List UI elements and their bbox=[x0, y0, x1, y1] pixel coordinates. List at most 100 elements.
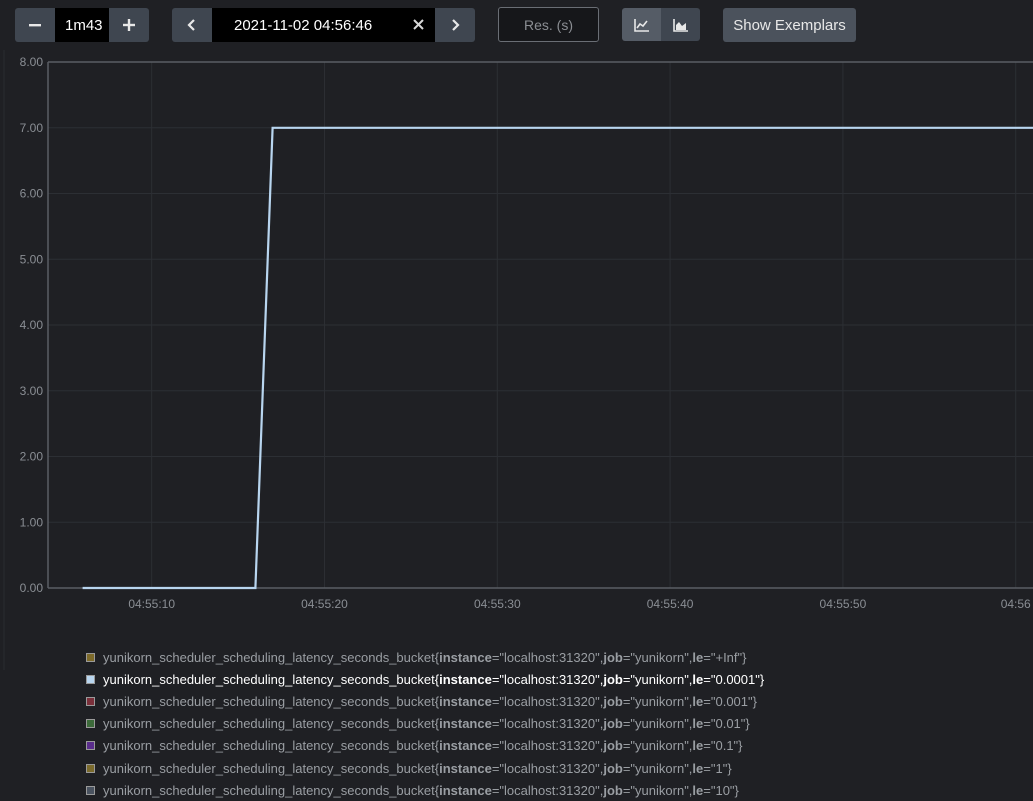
chevron-right-icon bbox=[449, 18, 461, 32]
unstacked-chart-button[interactable] bbox=[622, 8, 661, 41]
legend-label-part: job bbox=[603, 738, 623, 754]
y-tick-label: 7.00 bbox=[20, 121, 44, 135]
x-tick-label: 04:55:40 bbox=[647, 597, 694, 611]
legend-metric-name: yunikorn_scheduler_scheduling_latency_se… bbox=[103, 760, 435, 776]
legend-label-part: ="0.01"} bbox=[703, 716, 750, 732]
legend-label-part: ="0.1"} bbox=[703, 738, 743, 754]
legend-label-part: job bbox=[603, 782, 623, 798]
y-tick-label: 8.00 bbox=[20, 55, 44, 69]
stacked-chart-button[interactable] bbox=[661, 8, 700, 41]
legend-item[interactable]: yunikorn_scheduler_scheduling_latency_se… bbox=[86, 690, 1026, 712]
legend-label-part: le bbox=[692, 693, 704, 709]
legend-item[interactable]: yunikorn_scheduler_scheduling_latency_se… bbox=[86, 668, 1026, 690]
range-input[interactable]: 1m43 bbox=[55, 8, 109, 42]
legend-label-part: job bbox=[603, 693, 623, 709]
legend-label-part: ="yunikorn", bbox=[622, 671, 693, 687]
legend-label-part: ="10"} bbox=[703, 782, 739, 798]
legend-swatch bbox=[86, 763, 95, 773]
legend-label-part: ="localhost:31320", bbox=[491, 649, 604, 665]
y-tick-label: 0.00 bbox=[20, 581, 44, 595]
legend-metric-name: yunikorn_scheduler_scheduling_latency_se… bbox=[103, 693, 435, 709]
minus-icon bbox=[28, 18, 42, 32]
y-tick-label: 6.00 bbox=[20, 187, 44, 201]
legend-item[interactable]: yunikorn_scheduler_scheduling_latency_se… bbox=[86, 713, 1026, 735]
x-tick-label: 04:55:10 bbox=[128, 597, 175, 611]
chart-axes bbox=[3, 50, 1033, 670]
legend-label-part: ="localhost:31320", bbox=[491, 760, 604, 776]
legend-label-part: ="localhost:31320", bbox=[491, 716, 604, 732]
legend-metric-name: yunikorn_scheduler_scheduling_latency_se… bbox=[103, 782, 435, 798]
resolution-input[interactable]: Res. (s) bbox=[498, 7, 599, 42]
previous-time-button[interactable] bbox=[172, 8, 212, 42]
legend-label-part: job bbox=[603, 716, 623, 732]
legend-swatch bbox=[86, 719, 95, 729]
increase-range-button[interactable] bbox=[109, 8, 149, 42]
legend-label-part: ="0.0001"} bbox=[703, 671, 765, 687]
legend-label-part: instance bbox=[439, 760, 492, 776]
y-tick-label: 3.00 bbox=[20, 384, 44, 398]
legend-item[interactable]: yunikorn_scheduler_scheduling_latency_se… bbox=[86, 757, 1026, 779]
area-chart-icon bbox=[672, 18, 689, 32]
legend-label-part: ="localhost:31320", bbox=[491, 738, 604, 754]
legend-label-part: le bbox=[692, 782, 704, 798]
legend-label-part: job bbox=[603, 649, 623, 665]
legend-label-part: le bbox=[692, 738, 704, 754]
legend-label-part: le bbox=[692, 760, 704, 776]
legend-label-part: ="0.001"} bbox=[703, 693, 757, 709]
graph-toolbar: 1m43 2021-11-02 04:56:46 Res. (s) Show E… bbox=[0, 0, 1033, 50]
show-exemplars-label: Show Exemplars bbox=[733, 16, 846, 34]
series-line bbox=[82, 126, 1033, 590]
legend-label-part: ="yunikorn", bbox=[622, 760, 693, 776]
y-tick-label: 1.00 bbox=[20, 515, 44, 529]
legend-label-part: ="localhost:31320", bbox=[491, 671, 604, 687]
series-layer bbox=[82, 126, 1033, 590]
legend-label-part: ="yunikorn", bbox=[622, 716, 693, 732]
legend-label-part: ="localhost:31320", bbox=[491, 693, 604, 709]
legend-label-part: ="yunikorn", bbox=[622, 782, 693, 798]
legend-label-part: instance bbox=[439, 693, 492, 709]
graph-chart[interactable]: 0.00 1.00 2.00 3.00 4.00 5.00 6.00 7.00 8.00 04:… bbox=[0, 50, 1033, 670]
legend-label-part: job bbox=[603, 760, 623, 776]
y-tick-label: 5.00 bbox=[20, 252, 44, 266]
legend-label-part: le bbox=[692, 716, 704, 732]
next-time-button[interactable] bbox=[435, 8, 475, 42]
chevron-left-icon bbox=[186, 18, 198, 32]
legend-swatch bbox=[86, 674, 95, 684]
legend-swatch bbox=[86, 696, 95, 706]
line-chart-icon bbox=[633, 18, 650, 32]
legend-label-part: ="localhost:31320", bbox=[491, 782, 604, 798]
legend-item[interactable]: yunikorn_scheduler_scheduling_latency_se… bbox=[86, 735, 1026, 757]
x-tick-label: 04:55:20 bbox=[301, 597, 348, 611]
y-tick-label: 2.00 bbox=[20, 450, 44, 464]
decrease-range-button[interactable] bbox=[15, 8, 55, 42]
legend-metric-name: yunikorn_scheduler_scheduling_latency_se… bbox=[103, 671, 435, 687]
legend-label-part: instance bbox=[439, 738, 492, 754]
grid-lines bbox=[48, 62, 1033, 588]
legend-label-part: instance bbox=[439, 716, 492, 732]
y-axis-ticks: 0.00 1.00 2.00 3.00 4.00 5.00 6.00 7.00 8.00 bbox=[20, 55, 44, 595]
end-time-value: 2021-11-02 04:56:46 bbox=[234, 16, 373, 34]
series-legend: yunikorn_scheduler_scheduling_latency_se… bbox=[86, 646, 1026, 801]
show-exemplars-button[interactable]: Show Exemplars bbox=[723, 8, 856, 42]
x-tick-label: 04:55:50 bbox=[820, 597, 867, 611]
legend-label-part: instance bbox=[439, 671, 492, 687]
legend-label-part: le bbox=[692, 671, 704, 687]
legend-metric-name: yunikorn_scheduler_scheduling_latency_se… bbox=[103, 738, 435, 754]
clear-time-icon[interactable] bbox=[412, 18, 425, 31]
x-tick-label: 04:56 bbox=[1001, 597, 1031, 611]
y-tick-label: 4.00 bbox=[20, 318, 44, 332]
end-time-input[interactable]: 2021-11-02 04:56:46 bbox=[212, 8, 435, 42]
legend-metric-name: yunikorn_scheduler_scheduling_latency_se… bbox=[103, 649, 435, 665]
resolution-placeholder: Res. (s) bbox=[524, 16, 573, 33]
legend-item[interactable]: yunikorn_scheduler_scheduling_latency_se… bbox=[86, 646, 1026, 668]
legend-item[interactable]: yunikorn_scheduler_scheduling_latency_se… bbox=[86, 779, 1026, 801]
legend-label-part: instance bbox=[439, 649, 492, 665]
legend-swatch bbox=[86, 652, 95, 662]
x-tick-label: 04:55:30 bbox=[474, 597, 521, 611]
legend-swatch bbox=[86, 785, 95, 795]
range-value: 1m43 bbox=[65, 16, 103, 34]
legend-label-part: ="yunikorn", bbox=[622, 649, 693, 665]
legend-label-part: ="1"} bbox=[703, 760, 732, 776]
legend-label-part: le bbox=[692, 649, 704, 665]
legend-label-part: ="yunikorn", bbox=[622, 693, 693, 709]
